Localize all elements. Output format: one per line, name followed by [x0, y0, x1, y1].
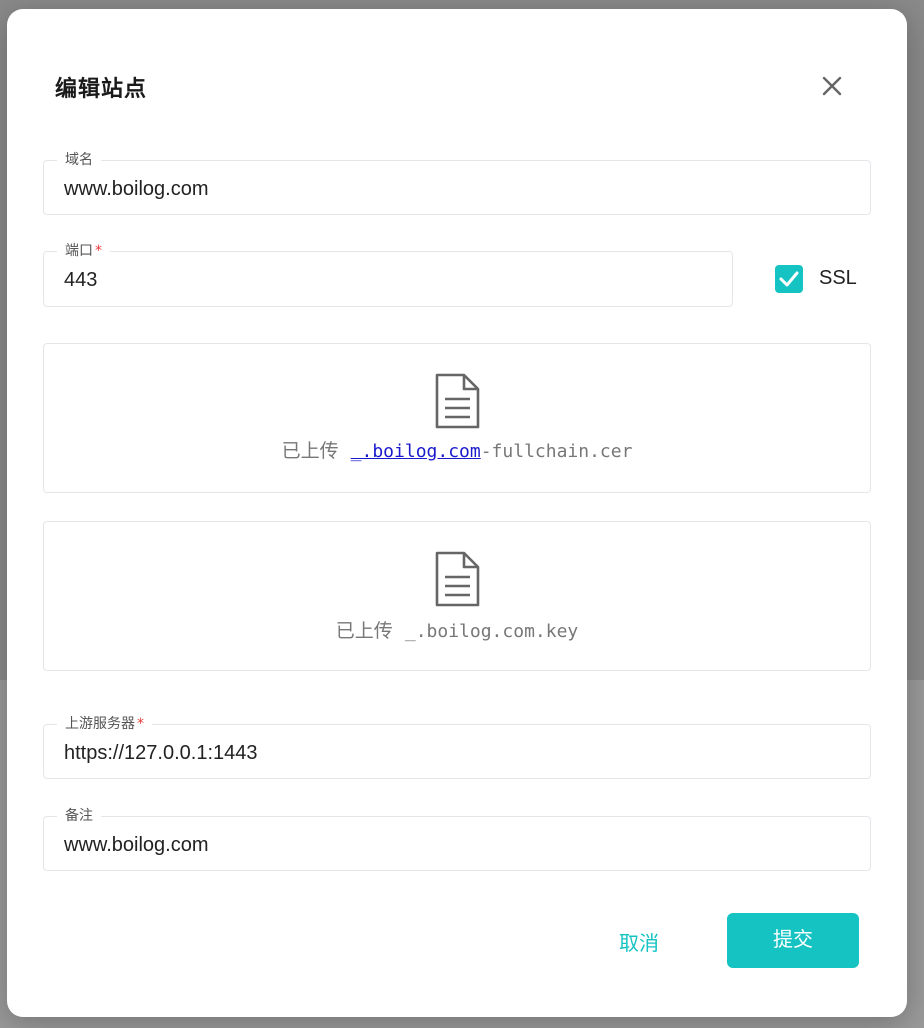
- upstream-field: 上游服务器 *: [43, 714, 871, 779]
- cancel-button[interactable]: 取消: [619, 927, 659, 956]
- edit-site-dialog: 编辑站点 域名 端口* SSL 已上传 _.boilog.com: [7, 9, 907, 1017]
- upstream-input[interactable]: [64, 740, 850, 766]
- required-mark: *: [137, 716, 144, 732]
- upstream-label: 上游服务器 *: [57, 714, 152, 734]
- file-icon: [435, 373, 480, 429]
- note-label: 备注: [57, 806, 101, 826]
- close-button[interactable]: [817, 71, 847, 101]
- note-field: 备注: [43, 806, 871, 871]
- ssl-label: SSL: [819, 267, 857, 289]
- required-mark: *: [95, 243, 102, 259]
- port-label: 端口 *: [57, 241, 110, 261]
- domain-label: 域名: [57, 150, 101, 170]
- uploaded-prefix: 已上传: [281, 440, 339, 462]
- cert-upload-area[interactable]: 已上传 _.boilog.com-fullchain.cer: [43, 343, 871, 493]
- submit-button[interactable]: 提交: [727, 913, 859, 968]
- ssl-checkbox[interactable]: [775, 265, 803, 293]
- key-upload-status: 已上传 _.boilog.com.key: [44, 616, 870, 643]
- checkmark-icon: [779, 271, 799, 287]
- domain-input[interactable]: [64, 176, 850, 202]
- uploaded-prefix: 已上传: [335, 620, 393, 642]
- file-icon: [435, 551, 480, 607]
- dialog-title: 编辑站点: [55, 77, 148, 102]
- port-field: 端口 *: [43, 241, 733, 307]
- cert-file-link[interactable]: _.boilog.com: [351, 441, 481, 462]
- domain-field: 域名: [43, 150, 871, 215]
- close-icon: [822, 76, 842, 96]
- note-input[interactable]: [64, 832, 850, 858]
- cert-file-suffix: -fullchain.cer: [480, 441, 633, 462]
- key-upload-area[interactable]: 已上传 _.boilog.com.key: [43, 521, 871, 671]
- port-input[interactable]: [64, 267, 712, 293]
- key-file-name: _.boilog.com.key: [404, 621, 579, 642]
- cert-upload-status: 已上传 _.boilog.com-fullchain.cer: [44, 436, 870, 463]
